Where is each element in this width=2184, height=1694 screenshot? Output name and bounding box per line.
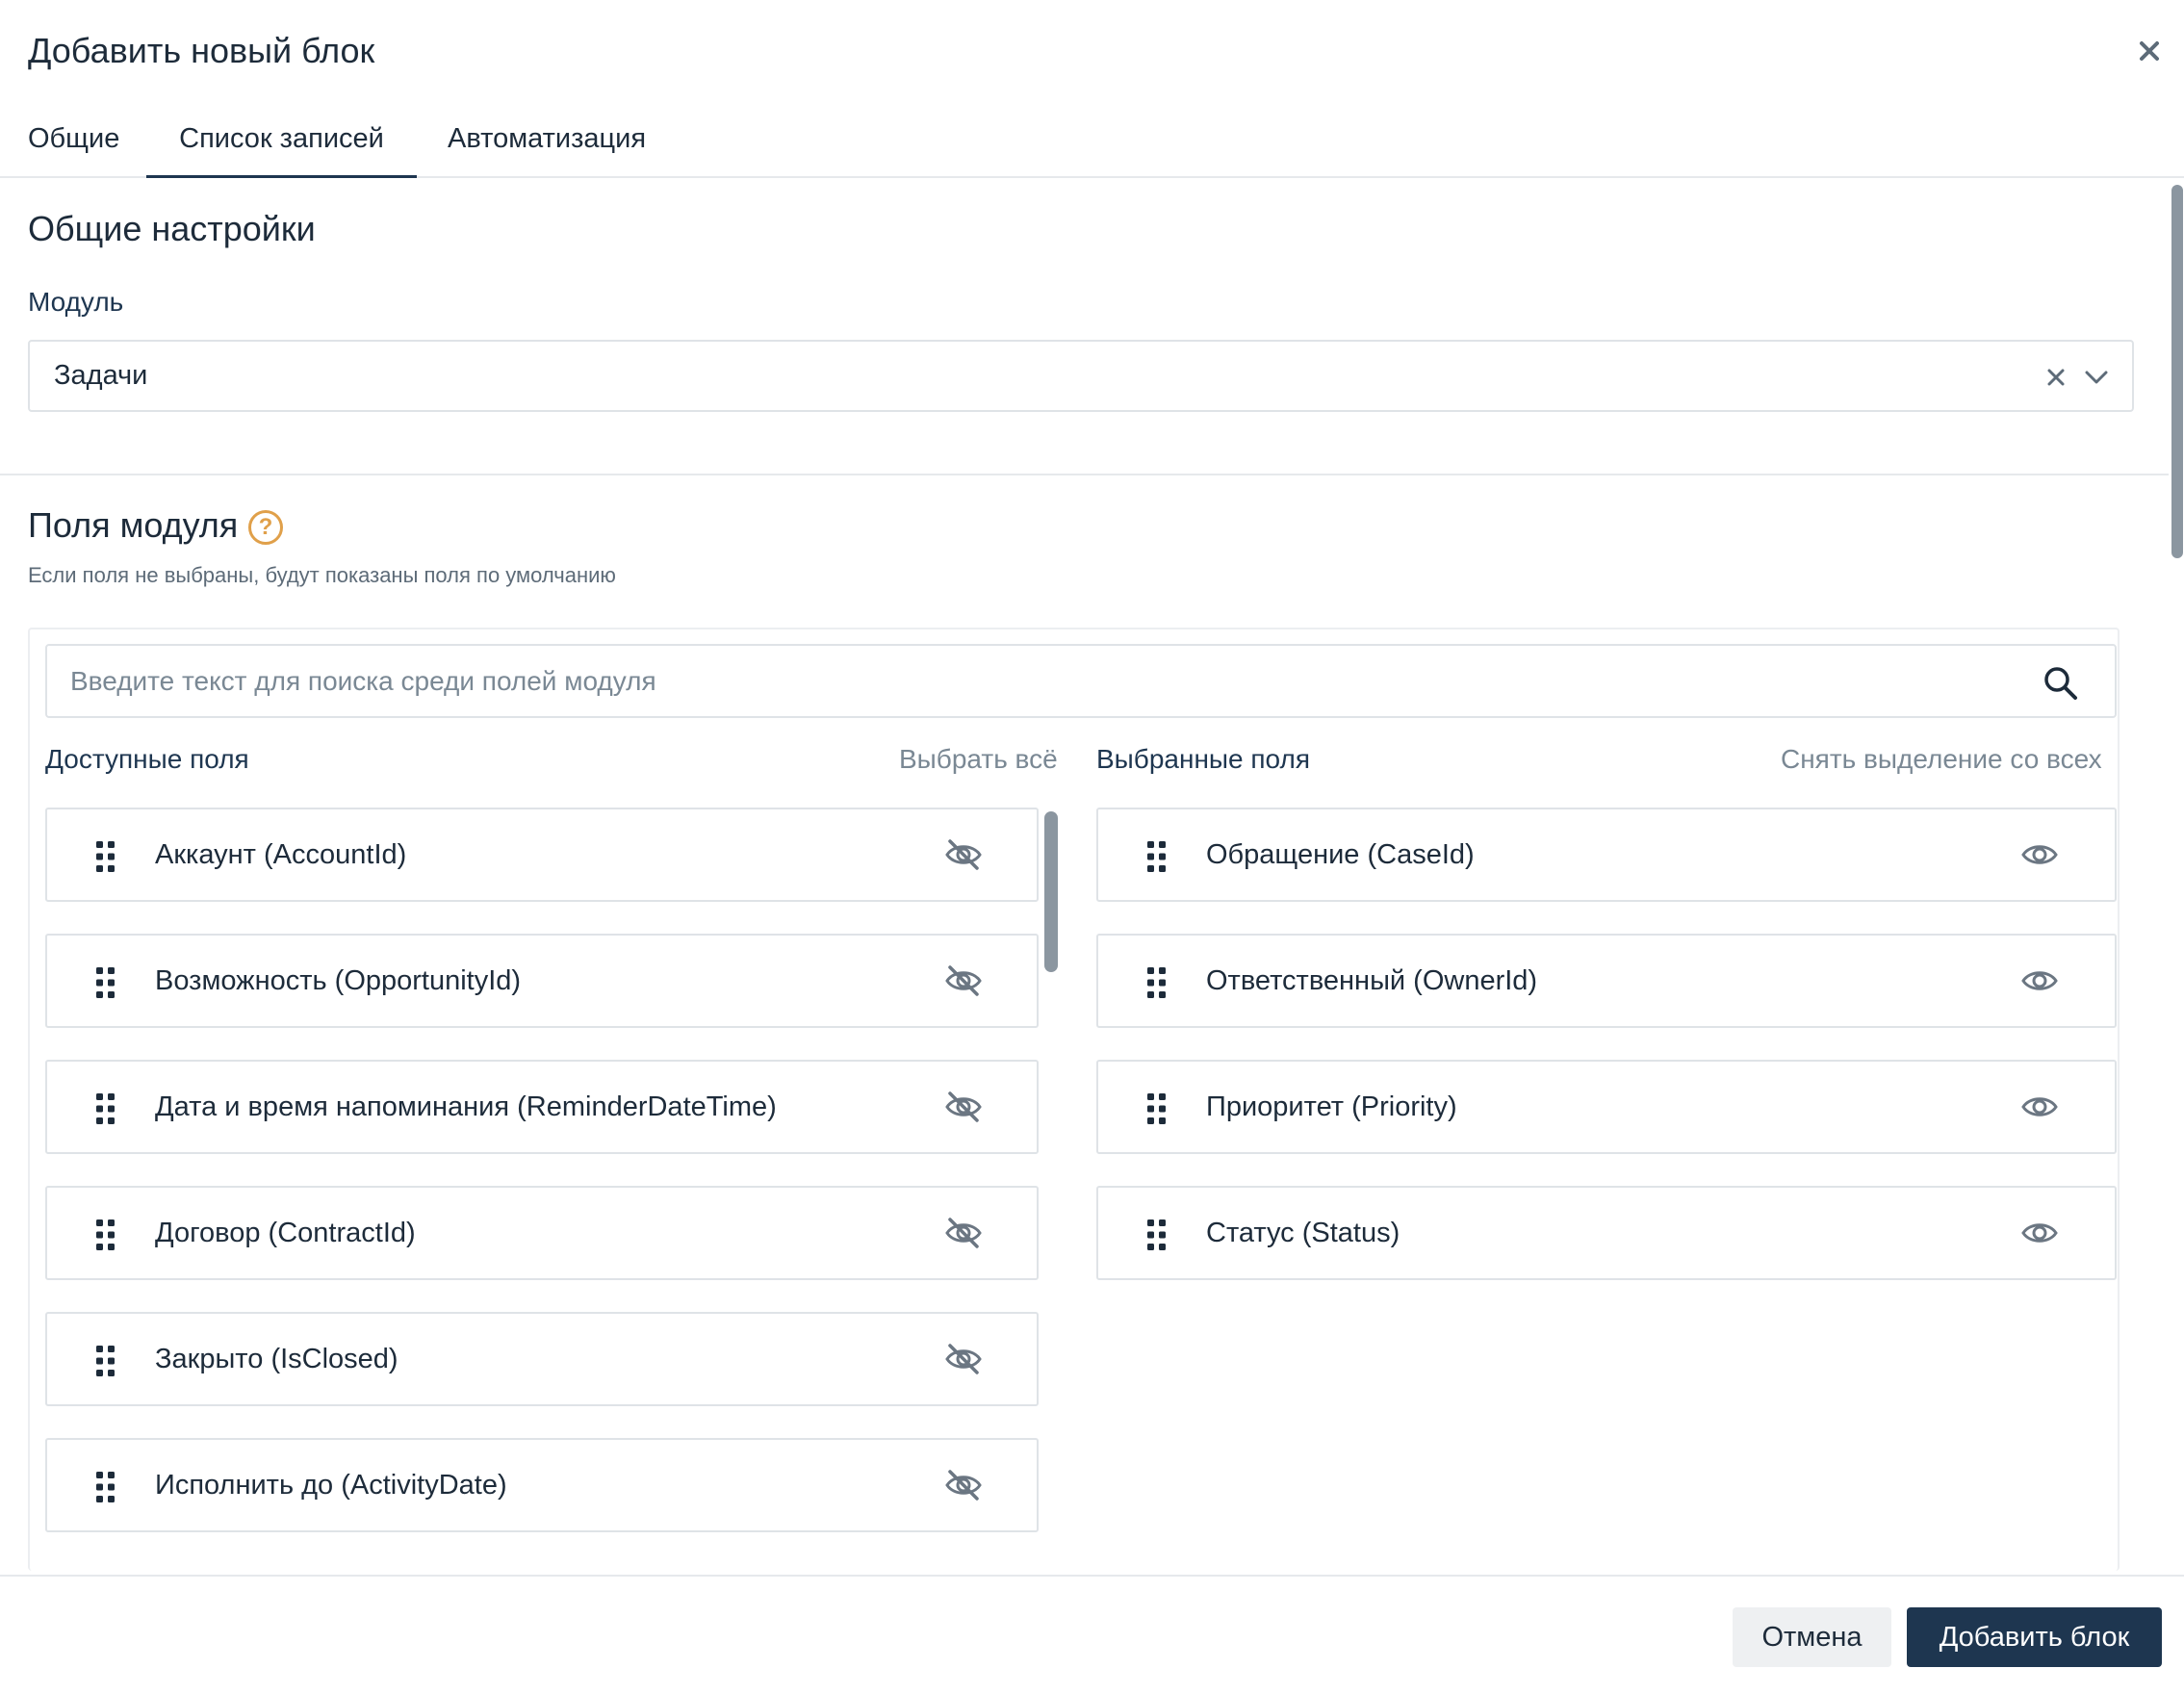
- module-fields-title: Поля модуля: [28, 505, 239, 545]
- select-all-link[interactable]: Выбрать всё: [899, 744, 1058, 775]
- field-label: Дата и время напоминания (ReminderDateTi…: [155, 1091, 777, 1122]
- dialog-scrollbar[interactable]: [2171, 185, 2183, 558]
- drag-handle-icon[interactable]: [95, 1345, 116, 1377]
- module-select-value: Задачи: [54, 360, 148, 391]
- help-icon[interactable]: ?: [248, 510, 283, 545]
- available-field-item[interactable]: Возможность (OpportunityId): [45, 934, 1039, 1028]
- module-select[interactable]: Задачи: [28, 340, 2134, 412]
- field-label: Возможность (OpportunityId): [155, 965, 522, 996]
- field-label: Обращение (CaseId): [1206, 839, 1475, 870]
- dialog-title: Добавить новый блок: [28, 31, 375, 70]
- field-label: Закрыто (IsClosed): [155, 1344, 398, 1374]
- cancel-button[interactable]: Отмена: [1733, 1607, 1891, 1667]
- available-field-item[interactable]: Аккаунт (AccountId): [45, 808, 1039, 902]
- add-block-button[interactable]: Добавить блок: [1907, 1607, 2162, 1667]
- field-label: Статус (Status): [1206, 1218, 1400, 1248]
- eye-off-icon[interactable]: [944, 962, 983, 1000]
- selected-field-item[interactable]: Обращение (CaseId): [1096, 808, 2117, 902]
- drag-handle-icon[interactable]: [1146, 840, 1168, 873]
- selected-field-item[interactable]: Ответственный (OwnerId): [1096, 934, 2117, 1028]
- available-list-scrollbar[interactable]: [1044, 811, 1058, 972]
- drag-handle-icon[interactable]: [1146, 1219, 1168, 1251]
- available-field-item[interactable]: Дата и время напоминания (ReminderDateTi…: [45, 1060, 1039, 1154]
- field-label: Исполнить до (ActivityDate): [155, 1470, 507, 1501]
- clear-icon[interactable]: [2042, 363, 2070, 392]
- drag-handle-icon[interactable]: [1146, 966, 1168, 999]
- tab-bar: Общие Список записей Автоматизация: [0, 106, 2184, 178]
- eye-icon[interactable]: [2020, 1214, 2059, 1252]
- eye-icon[interactable]: [2020, 835, 2059, 874]
- deselect-all-link[interactable]: Снять выделение со всех: [1781, 744, 2102, 775]
- fields-hint: Если поля не выбраны, будут показаны пол…: [28, 563, 616, 587]
- available-field-item[interactable]: Договор (ContractId): [45, 1186, 1039, 1280]
- available-field-item[interactable]: Закрыто (IsClosed): [45, 1312, 1039, 1406]
- selected-fields-title: Выбранные поля: [1096, 744, 1311, 774]
- eye-off-icon[interactable]: [944, 1466, 983, 1504]
- drag-handle-icon[interactable]: [1146, 1092, 1168, 1125]
- field-label: Приоритет (Priority): [1206, 1091, 1457, 1122]
- drag-handle-icon[interactable]: [95, 1092, 116, 1125]
- eye-off-icon[interactable]: [944, 1340, 983, 1378]
- chevron-down-icon[interactable]: [2082, 363, 2111, 392]
- drag-handle-icon[interactable]: [95, 1471, 116, 1503]
- section-divider: [0, 474, 2169, 475]
- field-label: Аккаунт (AccountId): [155, 839, 407, 870]
- tab-general[interactable]: Общие: [28, 106, 119, 178]
- eye-off-icon[interactable]: [944, 1214, 983, 1252]
- drag-handle-icon[interactable]: [95, 966, 116, 999]
- available-fields-title: Доступные поля: [45, 744, 249, 774]
- selected-field-item[interactable]: Приоритет (Priority): [1096, 1060, 2117, 1154]
- drag-handle-icon[interactable]: [95, 840, 116, 873]
- selected-field-item[interactable]: Статус (Status): [1096, 1186, 2117, 1280]
- available-field-item[interactable]: Исполнить до (ActivityDate): [45, 1438, 1039, 1532]
- eye-icon[interactable]: [2020, 1088, 2059, 1126]
- field-search-input[interactable]: [47, 646, 2115, 716]
- close-icon[interactable]: [2131, 33, 2168, 69]
- eye-off-icon[interactable]: [944, 835, 983, 874]
- field-label: Ответственный (OwnerId): [1206, 965, 1538, 996]
- eye-icon[interactable]: [2020, 962, 2059, 1000]
- add-block-dialog: Добавить новый блок Общие Список записей…: [0, 0, 2184, 1694]
- search-icon[interactable]: [2042, 664, 2080, 703]
- module-label: Модуль: [28, 287, 124, 317]
- eye-off-icon[interactable]: [944, 1088, 983, 1126]
- field-label: Договор (ContractId): [155, 1218, 416, 1248]
- tab-automation[interactable]: Автоматизация: [448, 106, 646, 178]
- drag-handle-icon[interactable]: [95, 1219, 116, 1251]
- general-settings-title: Общие настройки: [28, 209, 316, 248]
- tab-records-list[interactable]: Список записей: [146, 106, 417, 178]
- field-search: [45, 644, 2117, 718]
